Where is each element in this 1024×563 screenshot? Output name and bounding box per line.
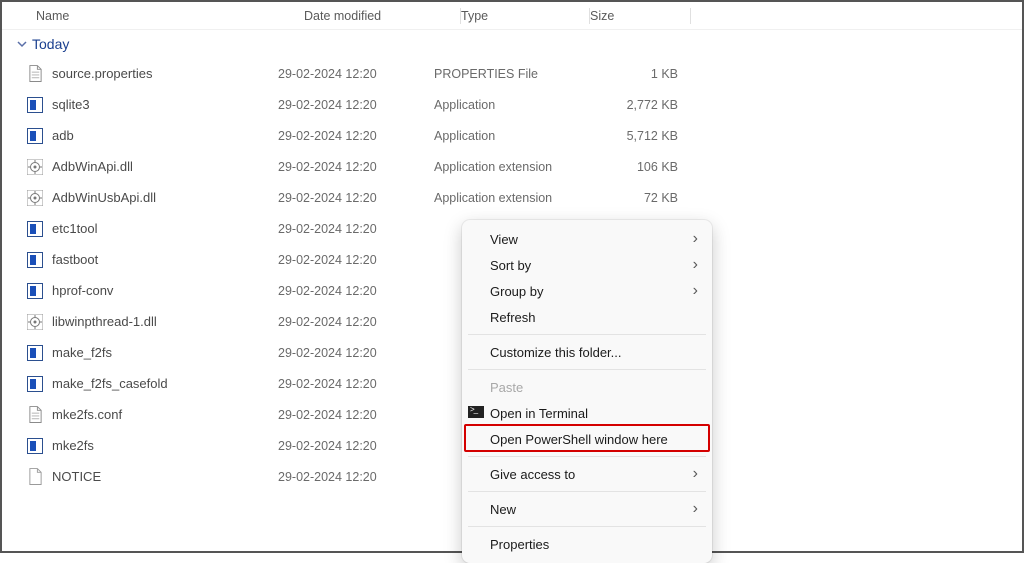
file-date: 29-02-2024 12:20 (278, 377, 434, 391)
file-name: mke2fs (52, 438, 94, 453)
file-date: 29-02-2024 12:20 (278, 470, 434, 484)
chevron-down-icon (16, 38, 28, 50)
group-label: Today (32, 36, 69, 52)
file-date: 29-02-2024 12:20 (278, 346, 434, 360)
menu-item-label: Open PowerShell window here (490, 432, 668, 447)
file-type: Application (434, 129, 590, 143)
application-icon (26, 220, 44, 238)
file-size: 106 KB (590, 160, 678, 174)
menu-item-label: Open in Terminal (490, 406, 588, 421)
column-header-date[interactable]: Date modified (304, 9, 460, 23)
menu-item-properties[interactable]: Properties (462, 531, 712, 557)
application-icon (26, 96, 44, 114)
menu-item-label: New (490, 502, 516, 517)
terminal-icon (468, 406, 484, 420)
application-icon (26, 282, 44, 300)
file-row[interactable]: sqlite3 29-02-2024 12:20Application2,772 … (2, 89, 1022, 120)
file-date: 29-02-2024 12:20 (278, 408, 434, 422)
menu-item-customize-this-folder[interactable]: Customize this folder... (462, 339, 712, 365)
file-row[interactable]: AdbWinApi.dll 29-02-2024 12:20Application… (2, 151, 1022, 182)
menu-item-label: Paste (490, 380, 523, 395)
file-date: 29-02-2024 12:20 (278, 191, 434, 205)
group-header-today[interactable]: Today (2, 30, 1022, 58)
dll-icon (26, 158, 44, 176)
menu-item-group-by[interactable]: Group by (462, 278, 712, 304)
file-type: Application (434, 98, 590, 112)
file-date: 29-02-2024 12:20 (278, 222, 434, 236)
menu-item-label: Group by (490, 284, 543, 299)
menu-item-paste: Paste (462, 374, 712, 400)
dll-icon (26, 189, 44, 207)
application-icon (26, 251, 44, 269)
file-name: libwinpthread-1.dll (52, 314, 157, 329)
file-date: 29-02-2024 12:20 (278, 284, 434, 298)
file-date: 29-02-2024 12:20 (278, 253, 434, 267)
file-date: 29-02-2024 12:20 (278, 160, 434, 174)
application-icon (26, 344, 44, 362)
file-date: 29-02-2024 12:20 (278, 98, 434, 112)
file-date: 29-02-2024 12:20 (278, 129, 434, 143)
menu-item-view[interactable]: View (462, 226, 712, 252)
application-icon (26, 375, 44, 393)
menu-item-give-access-to[interactable]: Give access to (462, 461, 712, 487)
file-name: adb (52, 128, 74, 143)
file-type: PROPERTIES File (434, 67, 590, 81)
file-date: 29-02-2024 12:20 (278, 439, 434, 453)
file-name: make_f2fs_casefold (52, 376, 168, 391)
file-name: NOTICE (52, 469, 101, 484)
document-icon (26, 406, 44, 424)
menu-separator (468, 491, 706, 492)
file-name: fastboot (52, 252, 98, 267)
file-name: AdbWinUsbApi.dll (52, 190, 156, 205)
menu-item-open-in-terminal[interactable]: Open in Terminal (462, 400, 712, 426)
column-header-name[interactable]: Name (36, 9, 304, 23)
file-name: sqlite3 (52, 97, 90, 112)
menu-item-label: View (490, 232, 518, 247)
file-name: make_f2fs (52, 345, 112, 360)
menu-item-new[interactable]: New (462, 496, 712, 522)
file-size: 2,772 KB (590, 98, 678, 112)
file-size: 5,712 KB (590, 129, 678, 143)
menu-item-refresh[interactable]: Refresh (462, 304, 712, 330)
menu-separator (468, 526, 706, 527)
menu-item-label: Sort by (490, 258, 531, 273)
menu-item-label: Refresh (490, 310, 536, 325)
file-size: 1 KB (590, 67, 678, 81)
column-separator-icon (690, 8, 691, 24)
file-type: Application extension (434, 160, 590, 174)
file-name: source.properties (52, 66, 152, 81)
menu-separator (468, 456, 706, 457)
column-header: Name Date modified Type Size (2, 2, 1022, 30)
generic-file-icon (26, 468, 44, 486)
file-date: 29-02-2024 12:20 (278, 67, 434, 81)
menu-separator (468, 334, 706, 335)
column-header-size[interactable]: Size (590, 9, 680, 23)
menu-separator (468, 369, 706, 370)
menu-item-open-powershell-window-here[interactable]: Open PowerShell window here (462, 426, 712, 452)
file-row[interactable]: AdbWinUsbApi.dll 29-02-2024 12:20Applicat… (2, 182, 1022, 213)
context-menu: View Sort by Group by Refresh Customize this… (462, 220, 712, 563)
application-icon (26, 127, 44, 145)
dll-icon (26, 313, 44, 331)
file-size: 72 KB (590, 191, 678, 205)
file-name: mke2fs.conf (52, 407, 122, 422)
menu-item-sort-by[interactable]: Sort by (462, 252, 712, 278)
file-name: hprof-conv (52, 283, 113, 298)
file-name: etc1tool (52, 221, 98, 236)
file-row[interactable]: source.properties 29-02-2024 12:20PROPERT… (2, 58, 1022, 89)
application-icon (26, 437, 44, 455)
file-row[interactable]: adb 29-02-2024 12:20Application5,712 KB (2, 120, 1022, 151)
column-header-type[interactable]: Type (461, 9, 589, 23)
menu-item-label: Customize this folder... (490, 345, 622, 360)
file-name: AdbWinApi.dll (52, 159, 133, 174)
menu-item-label: Properties (490, 537, 549, 552)
file-date: 29-02-2024 12:20 (278, 315, 434, 329)
file-type: Application extension (434, 191, 590, 205)
menu-item-label: Give access to (490, 467, 575, 482)
document-icon (26, 65, 44, 83)
